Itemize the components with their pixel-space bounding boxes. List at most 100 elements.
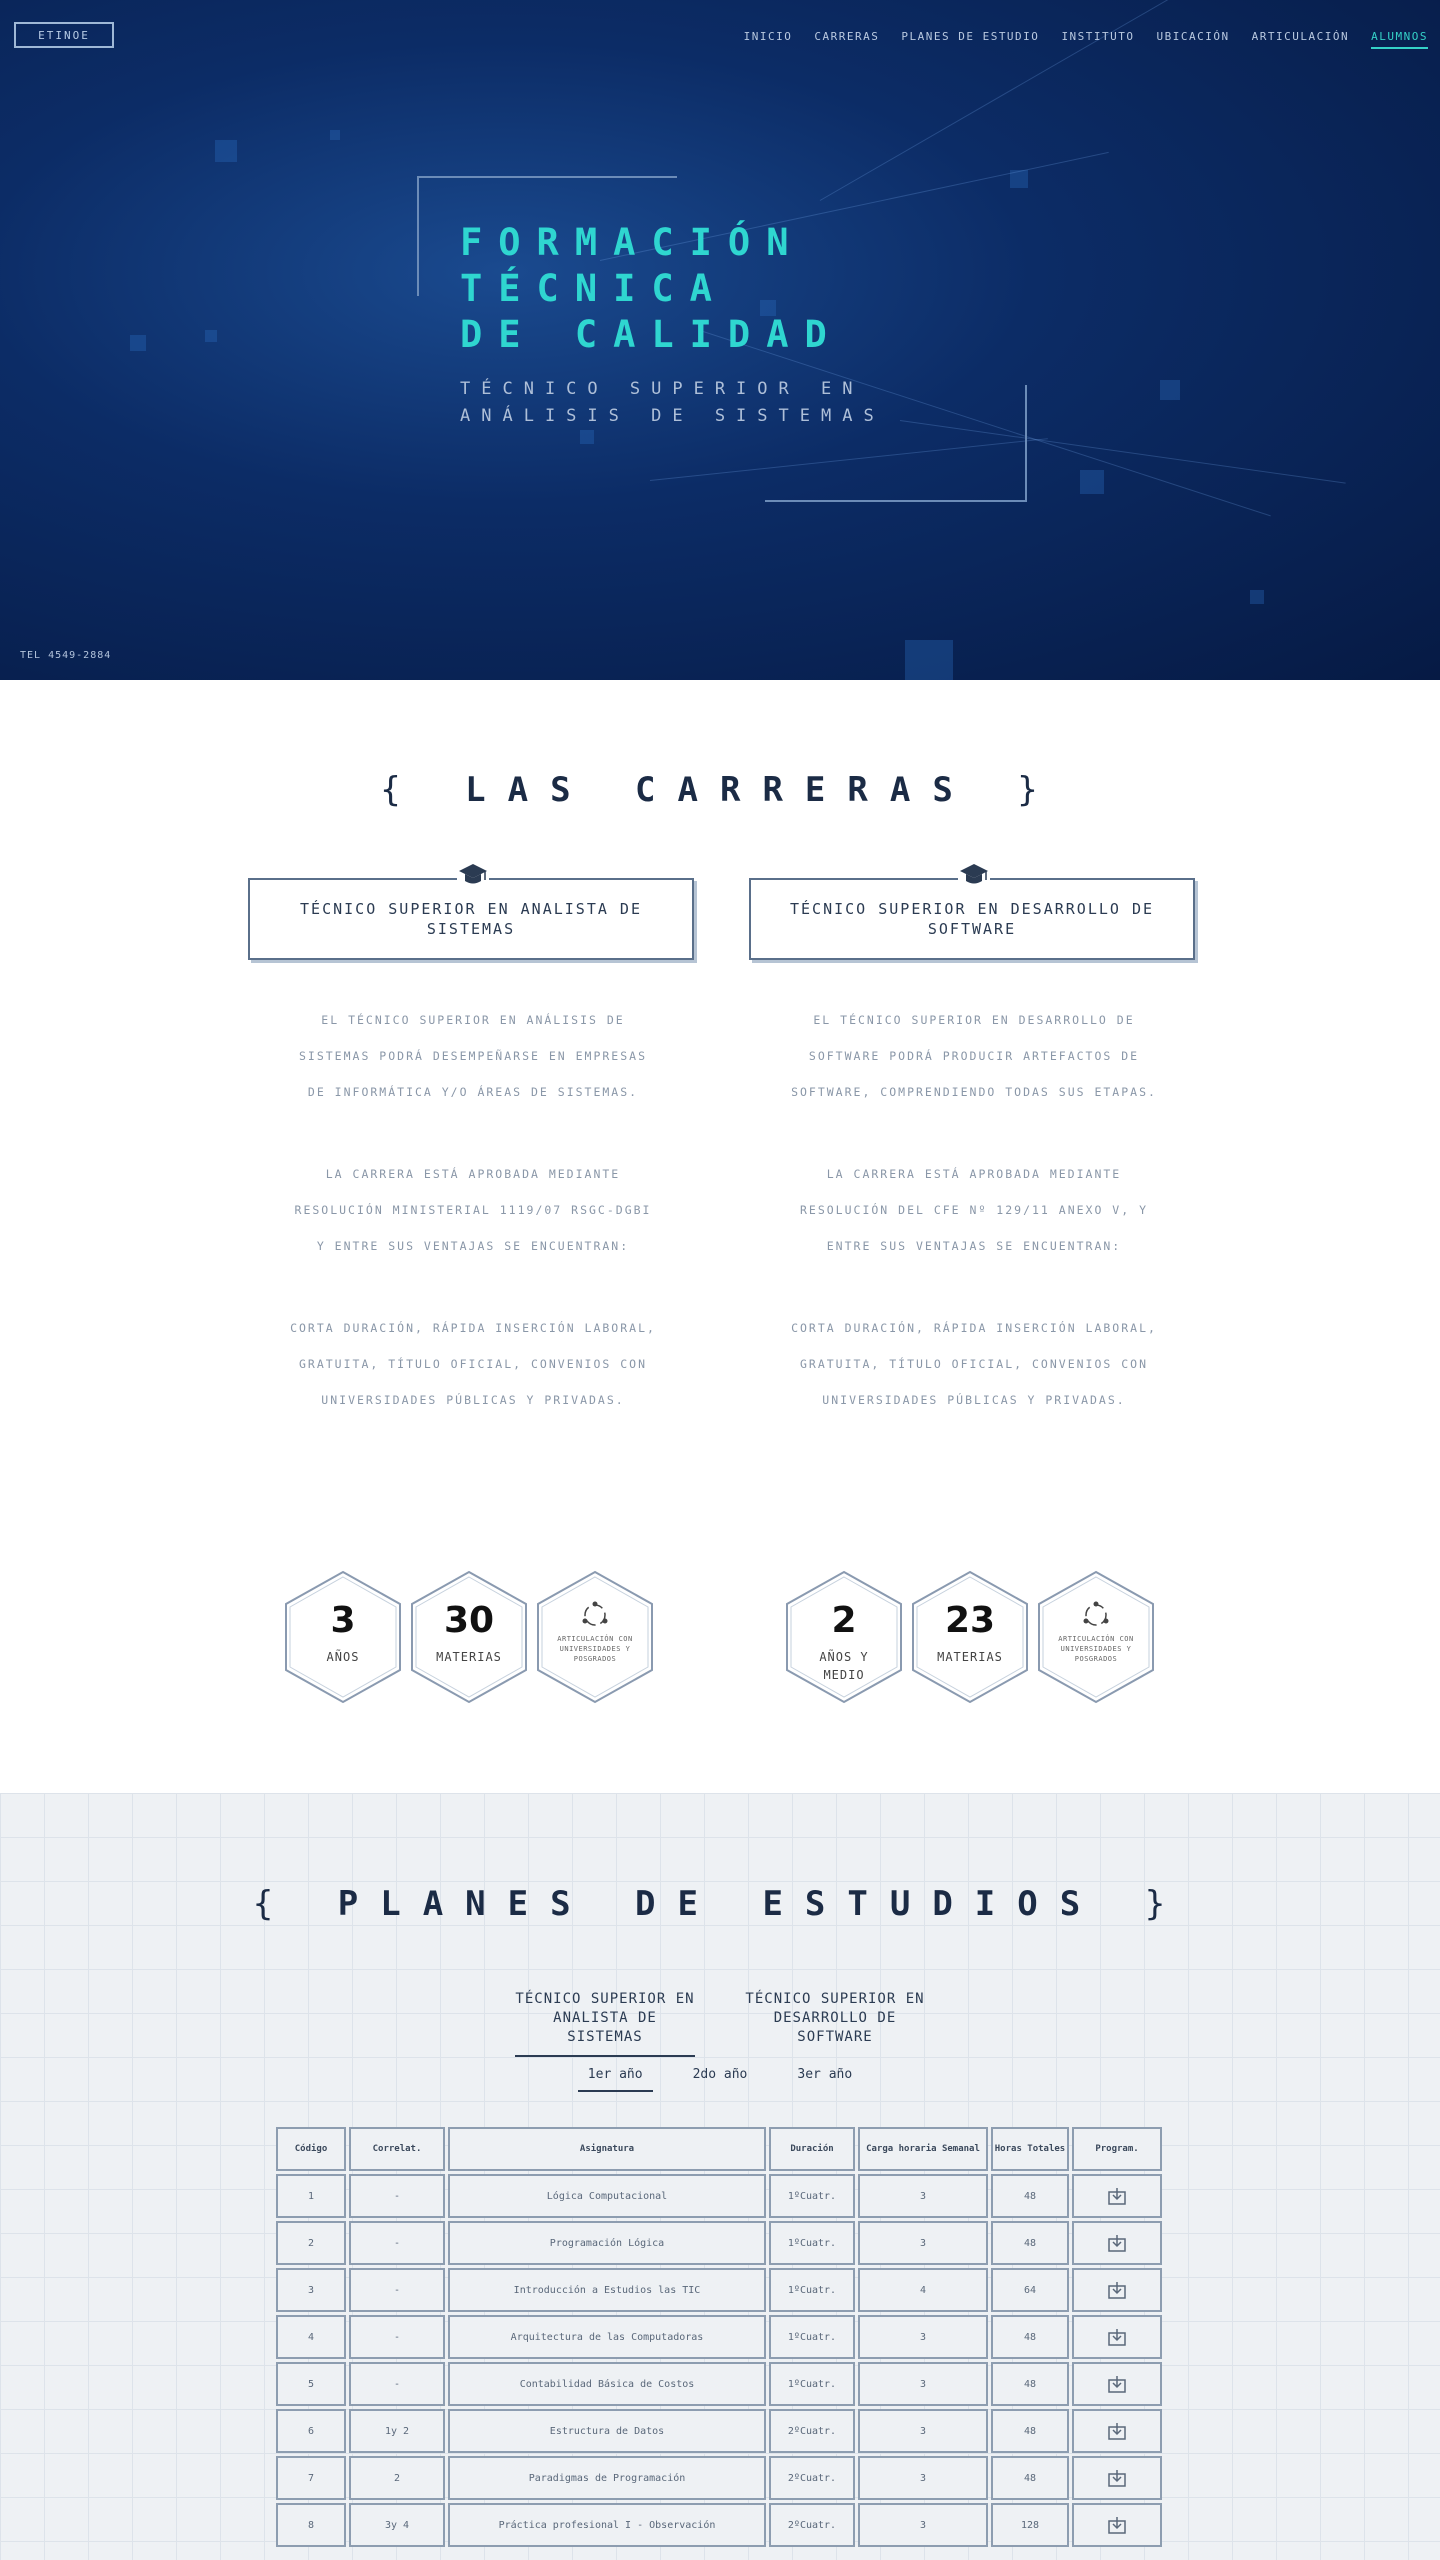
table-cell: 1ºCuatr. [769, 2268, 855, 2312]
table-cell: - [349, 2221, 445, 2265]
hero-title: FORMACIÓN TÉCNICA DE CALIDAD [460, 220, 843, 358]
hero-title-line: TÉCNICA [460, 267, 728, 310]
site-logo[interactable]: ETINOE [14, 22, 114, 48]
year-tabs: 1er año 2do año 3er año [0, 2067, 1440, 2092]
table-cell: 1y 2 [349, 2409, 445, 2453]
table-cell: 3 [858, 2362, 988, 2406]
stat-hex-articulation: ARTICULACIÓN CON UNIVERSIDADES Y POSGRAD… [536, 1570, 654, 1704]
hero-deco-square [215, 140, 237, 162]
table-cell: 3 [276, 2268, 346, 2312]
table-cell: 48 [991, 2409, 1069, 2453]
table-cell: 4 [858, 2268, 988, 2312]
tab-analista-sistemas[interactable]: TÉCNICO SUPERIOR EN ANALISTA DE SISTEMAS [515, 1990, 695, 2057]
hero-title-line: FORMACIÓN [460, 221, 805, 264]
career-paragraph: El Técnico Superior en Desarrollo de Sof… [791, 1013, 1157, 1099]
stat-label: AÑOS Y MEDIO [819, 1650, 869, 1682]
nav-planes[interactable]: Planes de estudio [901, 30, 1039, 49]
table-row: 8 3y 4 Práctica profesional I - Observació… [276, 2503, 1162, 2547]
nav-articulacion[interactable]: Articulación [1252, 30, 1349, 49]
table-cell: Estructura de Datos [448, 2409, 766, 2453]
nav-instituto[interactable]: Instituto [1061, 30, 1134, 49]
table-cell: 8 [276, 2503, 346, 2547]
table-cell: 2 [276, 2221, 346, 2265]
career-paragraph: La carrera está aprobada mediante Resolu… [799, 1167, 1149, 1253]
hero-deco-square [1160, 380, 1180, 400]
program-download-cell[interactable] [1072, 2315, 1162, 2359]
career-stats: 3 AÑOS 30 MATERIAS ARTICULACIÓN CON UNIV… [284, 1570, 664, 1710]
table-cell: 6 [276, 2409, 346, 2453]
table-cell: 2 [349, 2456, 445, 2500]
table-cell: 3y 4 [349, 2503, 445, 2547]
nav-alumnos[interactable]: Alumnos [1371, 30, 1428, 49]
program-download-cell[interactable] [1072, 2174, 1162, 2218]
tab-year-2[interactable]: 2do año [683, 2067, 758, 2092]
table-row: 2- Programación Lógica 1ºCuatr. 3 48 [276, 2221, 1162, 2265]
stat-number: 3 [330, 1600, 356, 1641]
table-cell: 4 [276, 2315, 346, 2359]
hero-deco-square [580, 430, 594, 444]
table-cell: 48 [991, 2362, 1069, 2406]
program-download-cell[interactable] [1072, 2409, 1162, 2453]
program-download-cell[interactable] [1072, 2362, 1162, 2406]
stat-label: ARTICULACIÓN CON UNIVERSIDADES Y POSGRAD… [1058, 1635, 1134, 1663]
table-cell: 3 [858, 2503, 988, 2547]
stat-hex-subjects: 30 MATERIAS [410, 1570, 528, 1704]
nav-inicio[interactable]: Inicio [744, 30, 793, 49]
nav-carreras[interactable]: Carreras [814, 30, 879, 49]
header-carga: Carga horaria Semanal [858, 2127, 988, 2171]
table-cell: 1ºCuatr. [769, 2362, 855, 2406]
table-cell: 3 [858, 2409, 988, 2453]
planes-title: { PLANES DE ESTUDIOS } [0, 1884, 1440, 1924]
table-cell: 64 [991, 2268, 1069, 2312]
download-icon[interactable] [1107, 2281, 1127, 2299]
download-icon[interactable] [1107, 2516, 1127, 2534]
program-download-cell[interactable] [1072, 2268, 1162, 2312]
download-icon[interactable] [1107, 2328, 1127, 2346]
career-paragraph: El Técnico Superior en Análisis de Siste… [298, 1013, 648, 1099]
table-cell: 48 [991, 2456, 1069, 2500]
program-download-cell[interactable] [1072, 2503, 1162, 2547]
hero-deco-square [205, 330, 217, 342]
table-cell: - [349, 2362, 445, 2406]
stat-label: MATERIAS [436, 1650, 502, 1664]
header-correlativas: Correlat. [349, 2127, 445, 2171]
hero-deco-square [130, 335, 146, 351]
table-row: 4- Arquitectura de las Computadoras 1ºCuat… [276, 2315, 1162, 2359]
table-cell: - [349, 2315, 445, 2359]
table-row: 7 2 Paradigmas de Programación 2ºCuatr. 3 48 [276, 2456, 1162, 2500]
table-cell: 3 [858, 2456, 988, 2500]
stat-label: ARTICULACIÓN CON UNIVERSIDADES Y POSGRAD… [557, 1635, 633, 1663]
tab-year-1[interactable]: 1er año [577, 2067, 653, 2092]
table-cell: - [349, 2174, 445, 2218]
bracket-right: } [1144, 1884, 1188, 1924]
program-download-cell[interactable] [1072, 2456, 1162, 2500]
program-download-cell[interactable] [1072, 2221, 1162, 2265]
stat-label: MATERIAS [937, 1650, 1003, 1664]
nav-ubicacion[interactable]: Ubicación [1157, 30, 1230, 49]
stat-hex-subjects: 23 MATERIAS [911, 1570, 1029, 1704]
stat-hex-years: 3 AÑOS [284, 1570, 402, 1704]
table-cell: 1ºCuatr. [769, 2315, 855, 2359]
download-icon[interactable] [1107, 2422, 1127, 2440]
download-icon[interactable] [1107, 2234, 1127, 2252]
download-icon[interactable] [1107, 2187, 1127, 2205]
download-icon[interactable] [1107, 2469, 1127, 2487]
tab-year-3[interactable]: 3er año [787, 2067, 862, 2092]
stat-hex-articulation: ARTICULACIÓN CON UNIVERSIDADES Y POSGRAD… [1037, 1570, 1155, 1704]
table-cell: Lógica Computacional [448, 2174, 766, 2218]
table-row: 3- Introducción a Estudios las TIC 1ºCuatr… [276, 2268, 1162, 2312]
stat-label: AÑOS [326, 1650, 360, 1664]
bracket-left: { [380, 770, 423, 810]
career-paragraph: La carrera está aprobada mediante Resolu… [294, 1167, 652, 1253]
tab-desarrollo-software[interactable]: TÉCNICO SUPERIOR EN DESARROLLO DE SOFTWA… [745, 1990, 925, 2057]
stat-number: 2 [831, 1600, 857, 1641]
table-cell: 1ºCuatr. [769, 2221, 855, 2265]
table-cell: Paradigmas de Programación [448, 2456, 766, 2500]
table-cell: 48 [991, 2174, 1069, 2218]
carreras-title: { LAS CARRERAS } [0, 770, 1440, 810]
table-cell: Práctica profesional I - Observación [448, 2503, 766, 2547]
hero-deco-square [330, 130, 340, 140]
download-icon[interactable] [1107, 2375, 1127, 2393]
planes-title-text: PLANES DE ESTUDIOS [337, 1884, 1103, 1924]
hero-subtitle: TÉCNICO SUPERIOR EN ANÁLISIS DE SISTEMAS [460, 379, 885, 426]
